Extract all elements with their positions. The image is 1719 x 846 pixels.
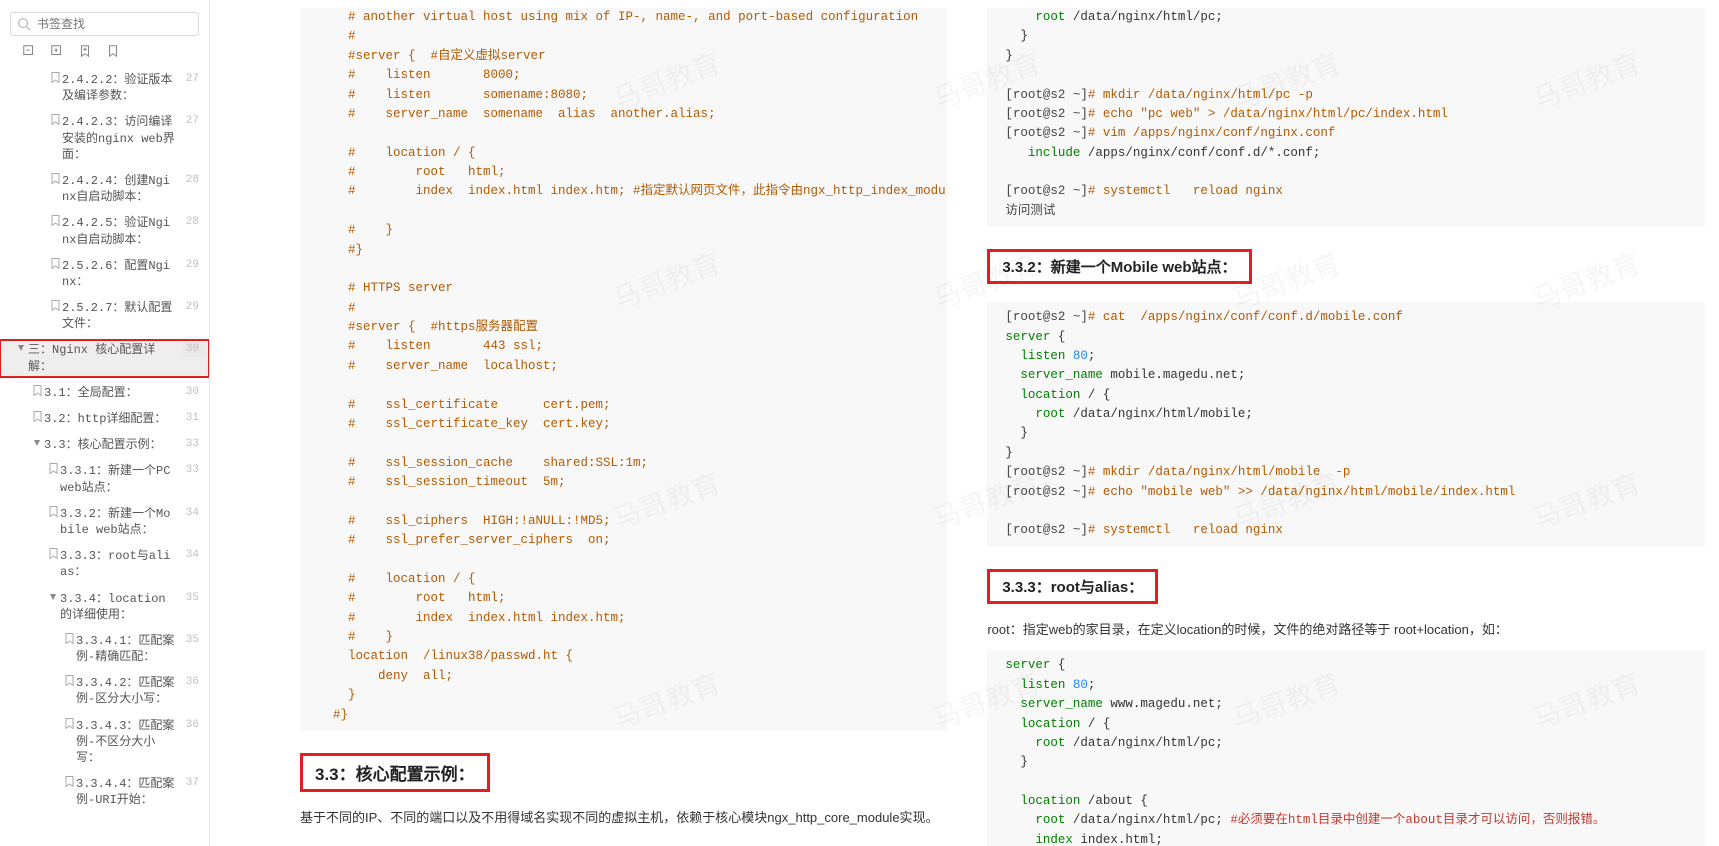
outline-item[interactable]: 3.3.2：新建一个Mobile web站点：34 — [0, 504, 209, 540]
bookmark-item-icon — [30, 385, 44, 401]
collapse-all-icon[interactable] — [22, 44, 36, 58]
heading-3-3-3: 3.3.3：root与alias： — [987, 569, 1158, 604]
outline-item-label: 3.3.4.3：匹配案例-不区分大小写： — [76, 718, 181, 767]
para-3-3: 基于不同的IP、不同的端口以及不用得域名实现不同的虚拟主机，依赖于核心模块ngx… — [300, 808, 947, 829]
outline-item-label: 2.4.2.4：创建Nginx自启动脚本： — [62, 173, 181, 205]
outline-item-page: 27 — [181, 72, 205, 87]
outline-item[interactable]: 2.5.2.7：默认配置文件：29 — [0, 298, 209, 334]
outline-item-page: 34 — [181, 506, 205, 521]
outline-item[interactable]: 2.4.2.4：创建Nginx自启动脚本：28 — [0, 171, 209, 207]
outline-item[interactable]: 3.1：全局配置：30 — [0, 383, 209, 403]
bookmark-item-icon — [48, 258, 62, 274]
outline-item-label: 3.3：核心配置示例： — [44, 437, 181, 453]
outline-item-label: 3.3.4.1：匹配案例-精确匹配： — [76, 633, 181, 665]
code-block-mobile-conf: [root@s2 ~]# cat /apps/nginx/conf/conf.d… — [987, 302, 1704, 547]
page-left-column: # another virtual host using mix of IP-,… — [230, 0, 947, 846]
outline-item-label: 3.1：全局配置： — [44, 385, 181, 401]
bookmark-item-icon — [48, 300, 62, 316]
outline-item[interactable]: 2.4.2.3：访问编译安装的nginx web界面：27 — [0, 112, 209, 165]
outline-item-label: 三：Nginx 核心配置详解： — [28, 342, 181, 374]
code-block-virtualhost: # another virtual host using mix of IP-,… — [300, 8, 947, 731]
code-block-pc-continue: root /data/nginx/html/pc; } } [root@s2 ~… — [987, 8, 1704, 227]
outline-tree: 2.4.2.2：验证版本及编译参数：272.4.2.3：访问编译安装的nginx… — [0, 64, 209, 846]
outline-item[interactable]: 3.3.1：新建一个PC web站点：33 — [0, 461, 209, 497]
search-box[interactable] — [10, 12, 199, 36]
bookmark-item-icon — [62, 718, 76, 734]
outline-item-page: 33 — [181, 437, 205, 452]
outline-item-page: 36 — [181, 675, 205, 690]
para-3-3-3: root：指定web的家目录，在定义location的时候，文件的绝对路径等于 … — [987, 620, 1704, 641]
heading-3-3: 3.3：核心配置示例： — [300, 753, 490, 792]
expand-triangle-icon — [46, 591, 60, 607]
code-block-root-alias: server { listen 80; server_name www.mage… — [987, 650, 1704, 846]
outline-item-label: 3.2：http详细配置： — [44, 411, 181, 427]
bookmark-item-icon — [46, 506, 60, 522]
outline-item-label: 2.5.2.7：默认配置文件： — [62, 300, 181, 332]
outline-item-page: 37 — [181, 776, 205, 791]
bookmark-item-icon — [62, 633, 76, 649]
outline-item[interactable]: 3.3.3：root与alias：34 — [0, 546, 209, 582]
bookmark-item-icon — [48, 72, 62, 88]
bookmark-item-icon — [46, 548, 60, 564]
page-right-column: root /data/nginx/html/pc; } } [root@s2 ~… — [987, 0, 1704, 846]
outline-item-page: 34 — [181, 548, 205, 563]
document-content: # another virtual host using mix of IP-,… — [210, 0, 1719, 846]
outline-item-label: 3.3.1：新建一个PC web站点： — [60, 463, 181, 495]
outline-item[interactable]: 3.3.4.2：匹配案例-区分大小写：36 — [0, 673, 209, 709]
bookmark-item-icon — [48, 114, 62, 130]
outline-item-label: 2.5.2.6：配置Nginx： — [62, 258, 181, 290]
bookmark-item-icon — [48, 215, 62, 231]
outline-item-label: 3.3.4：location的详细使用： — [60, 591, 181, 623]
outline-item[interactable]: 3.3.4：location的详细使用：35 — [0, 589, 209, 625]
outline-item[interactable]: 三：Nginx 核心配置详解：30 — [0, 340, 209, 376]
outline-item-page: 29 — [181, 258, 205, 273]
outline-item-label: 3.3.2：新建一个Mobile web站点： — [60, 506, 181, 538]
outline-item-label: 2.4.2.3：访问编译安装的nginx web界面： — [62, 114, 181, 163]
outline-item[interactable]: 3.3.4.4：匹配案例-URI开始：37 — [0, 774, 209, 810]
expand-triangle-icon — [14, 342, 28, 358]
outline-item-label: 3.3.3：root与alias： — [60, 548, 181, 580]
heading-3-3-2: 3.3.2：新建一个Mobile web站点： — [987, 249, 1251, 284]
outline-item-label: 3.3.4.4：匹配案例-URI开始： — [76, 776, 181, 808]
outline-item-label: 2.4.2.5：验证Nginx自启动脚本： — [62, 215, 181, 247]
outline-item-page: 35 — [181, 591, 205, 606]
expand-triangle-icon — [30, 437, 44, 453]
outline-item-page: 30 — [181, 385, 205, 400]
bookmark-icon[interactable] — [106, 44, 120, 58]
outline-item[interactable]: 3.3.4.3：匹配案例-不区分大小写：36 — [0, 716, 209, 769]
expand-all-icon[interactable] — [50, 44, 64, 58]
bookmark-item-icon — [46, 463, 60, 479]
outline-item[interactable]: 3.2：http详细配置：31 — [0, 409, 209, 429]
outline-item[interactable]: 2.5.2.6：配置Nginx：29 — [0, 256, 209, 292]
outline-item-page: 29 — [181, 300, 205, 315]
bookmark-item-icon — [62, 776, 76, 792]
outline-item-page: 36 — [181, 718, 205, 733]
outline-item-page: 35 — [181, 633, 205, 648]
outline-item-page: 28 — [181, 173, 205, 188]
sidebar: 2.4.2.2：验证版本及编译参数：272.4.2.3：访问编译安装的nginx… — [0, 0, 210, 846]
search-input[interactable] — [37, 17, 192, 31]
outline-item-label: 3.3.4.2：匹配案例-区分大小写： — [76, 675, 181, 707]
search-icon — [17, 17, 31, 31]
outline-item-label: 2.4.2.2：验证版本及编译参数： — [62, 72, 181, 104]
outline-item-page: 33 — [181, 463, 205, 478]
outline-item-page: 30 — [181, 342, 205, 357]
outline-item[interactable]: 3.3.4.1：匹配案例-精确匹配：35 — [0, 631, 209, 667]
bookmark-item-icon — [30, 411, 44, 427]
sidebar-toolbar — [0, 44, 209, 64]
bookmark-item-icon — [48, 173, 62, 189]
outline-item-page: 31 — [181, 411, 205, 426]
outline-item-page: 28 — [181, 215, 205, 230]
outline-item[interactable]: 2.4.2.2：验证版本及编译参数：27 — [0, 70, 209, 106]
search-row — [0, 8, 209, 44]
outline-item[interactable]: 2.4.2.5：验证Nginx自启动脚本：28 — [0, 213, 209, 249]
bookmark-add-icon[interactable] — [78, 44, 92, 58]
bookmark-item-icon — [62, 675, 76, 691]
outline-item-page: 27 — [181, 114, 205, 129]
outline-item[interactable]: 3.3：核心配置示例：33 — [0, 435, 209, 455]
